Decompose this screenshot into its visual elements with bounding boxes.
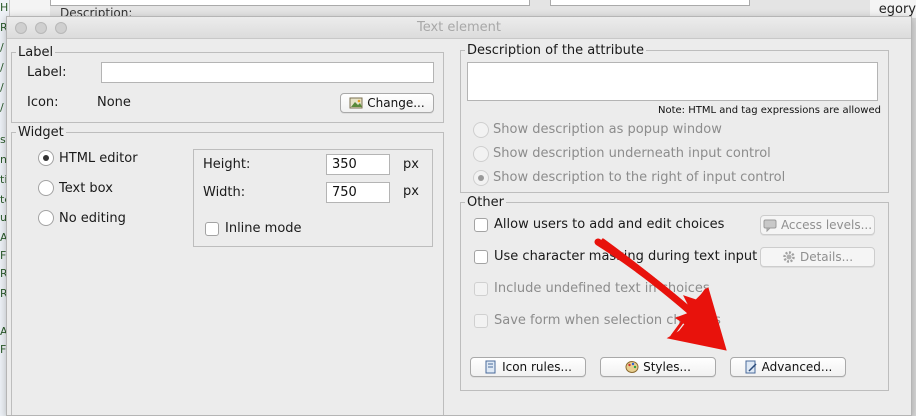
no-editing-label: No editing — [59, 211, 126, 226]
tree-fragment: / — [0, 41, 4, 54]
include-undefined-label: Include undefined text in choices — [494, 281, 710, 296]
change-icon-button[interactable]: Change... — [340, 93, 434, 113]
right-of-input-radio[interactable] — [473, 170, 489, 186]
other-group-legend: Other — [467, 195, 504, 210]
access-levels-button[interactable]: Access levels... — [760, 215, 875, 235]
description-textarea[interactable] — [467, 62, 878, 101]
change-button-label: Change... — [367, 96, 425, 110]
allow-choices-checkbox[interactable] — [474, 218, 488, 232]
icon-rules-label: Icon rules... — [502, 360, 572, 374]
styles-label: Styles... — [643, 360, 691, 374]
styles-button[interactable]: Styles... — [600, 357, 716, 377]
height-caption: Height: — [203, 157, 251, 172]
tree-fragment: / — [0, 101, 4, 114]
html-editor-radio[interactable] — [38, 150, 54, 166]
underneath-input-radio[interactable] — [473, 146, 489, 162]
tree-fragment: / — [0, 61, 4, 74]
tree-fragment: H1 — [0, 1, 9, 14]
popup-window-radio[interactable] — [473, 122, 489, 138]
icon-value: None — [97, 95, 131, 110]
text-box-radio[interactable] — [38, 180, 54, 196]
save-form-label: Save form when selection changes — [494, 313, 721, 328]
height-input[interactable] — [326, 154, 390, 175]
text-element-dialog: Text element Label Label: Icon: None Cha… — [6, 16, 912, 416]
width-unit: px — [403, 184, 419, 199]
allow-choices-label: Allow users to add and edit choices — [494, 217, 725, 232]
label-group-legend: Label — [18, 45, 54, 60]
label-caption: Label: — [27, 65, 67, 80]
widget-group-legend: Widget — [18, 125, 64, 140]
underneath-input-label: Show description underneath input contro… — [493, 146, 771, 161]
advanced-label: Advanced... — [761, 360, 833, 374]
width-caption: Width: — [203, 185, 246, 200]
document-icon — [484, 360, 498, 374]
advanced-button[interactable]: Advanced... — [730, 357, 846, 377]
palette-icon — [625, 360, 639, 374]
width-input[interactable] — [326, 182, 390, 203]
description-note: Note: HTML and tag expressions are allow… — [658, 105, 881, 116]
char-masking-checkbox[interactable] — [474, 250, 488, 264]
picture-icon — [349, 96, 363, 110]
no-editing-radio[interactable] — [38, 210, 54, 226]
inline-mode-label: Inline mode — [225, 221, 302, 236]
details-button[interactable]: Details... — [760, 247, 875, 267]
gear-icon — [782, 250, 796, 264]
speech-bubble-icon — [763, 218, 777, 233]
popup-window-label: Show description as popup window — [493, 122, 722, 137]
text-box-label: Text box — [59, 181, 113, 196]
background-top-strip — [50, 0, 870, 16]
html-editor-label: HTML editor — [59, 151, 138, 166]
background-scroll-edge — [912, 18, 916, 416]
background-category-label: egory — [878, 2, 916, 17]
icon-caption: Icon: — [27, 95, 59, 110]
access-levels-label: Access levels... — [780, 218, 873, 232]
right-of-input-label: Show description to the right of input c… — [493, 170, 786, 185]
icon-rules-button[interactable]: Icon rules... — [470, 357, 586, 377]
details-label: Details... — [799, 250, 854, 264]
char-masking-label: Use character masking during text input — [494, 249, 758, 264]
description-group-legend: Description of the attribute — [467, 43, 645, 58]
height-unit: px — [403, 157, 419, 172]
document-pen-icon — [744, 360, 758, 374]
title-bar[interactable]: Text element — [7, 17, 911, 39]
tree-fragment: / — [0, 81, 4, 94]
inline-mode-checkbox[interactable] — [205, 222, 219, 236]
window-title: Text element — [416, 20, 502, 35]
label-input[interactable] — [101, 62, 434, 83]
include-undefined-checkbox[interactable] — [474, 282, 488, 296]
save-form-checkbox[interactable] — [474, 314, 488, 328]
